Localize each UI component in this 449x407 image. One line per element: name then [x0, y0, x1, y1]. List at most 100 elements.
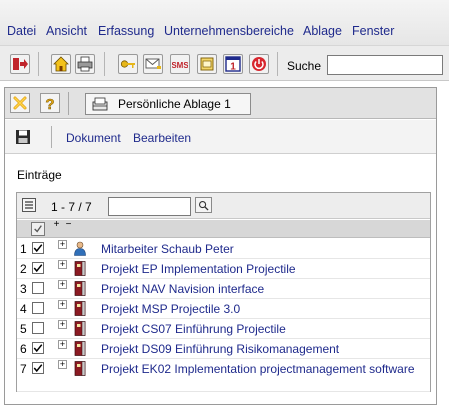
- row-checkbox[interactable]: [32, 342, 44, 354]
- exit-button[interactable]: [10, 54, 30, 74]
- toolbar-divider: [38, 52, 39, 76]
- list-icon[interactable]: [22, 198, 36, 212]
- expand-row-button[interactable]: +: [58, 340, 67, 349]
- entry-link[interactable]: Projekt NAV Navision interface: [101, 282, 421, 297]
- row-checkbox[interactable]: [32, 242, 44, 254]
- print-icon: [77, 56, 93, 72]
- print-button[interactable]: [75, 54, 95, 74]
- menu-ansicht[interactable]: Ansicht: [46, 24, 87, 38]
- expand-all-button[interactable]: +: [52, 220, 61, 230]
- entry-link[interactable]: Projekt MSP Projectile 3.0: [101, 302, 421, 317]
- tab-label: Persönliche Ablage 1: [118, 97, 231, 111]
- save-button[interactable]: [13, 127, 33, 147]
- row-number: 6: [20, 342, 27, 356]
- menu-bearbeiten[interactable]: Bearbeiten: [133, 131, 191, 145]
- key-button[interactable]: [118, 54, 138, 74]
- expand-row-button[interactable]: +: [58, 260, 67, 269]
- close-panel-button[interactable]: [10, 93, 30, 113]
- section-title: Einträge: [17, 168, 62, 182]
- tab-persoenliche-ablage[interactable]: Persönliche Ablage 1: [85, 93, 251, 115]
- row-number: 1: [20, 242, 27, 256]
- svg-text:1: 1: [230, 62, 236, 73]
- entry-link[interactable]: Projekt CS07 Einführung Projectile: [101, 322, 421, 337]
- row-checkbox[interactable]: [32, 282, 44, 294]
- archive-icon: [200, 57, 214, 71]
- home-button[interactable]: [51, 54, 71, 74]
- sms-button[interactable]: SMS: [170, 54, 190, 74]
- row-number: 7: [20, 362, 27, 376]
- menu-datei[interactable]: Datei: [7, 24, 36, 38]
- menu-fenster[interactable]: Fenster: [352, 24, 394, 38]
- project-icon: [74, 361, 86, 376]
- panel-action-bar: Dokument Bearbeiten: [5, 120, 436, 154]
- entry-link[interactable]: Projekt EK02 Implementation projectmanag…: [101, 362, 421, 377]
- select-all-checkbox[interactable]: [31, 222, 45, 236]
- search-input[interactable]: [327, 55, 443, 75]
- person-icon: [74, 241, 86, 256]
- panel-header: ? Persönliche Ablage 1: [5, 88, 436, 119]
- menu-dokument[interactable]: Dokument: [66, 131, 121, 145]
- stop-button[interactable]: [249, 54, 269, 74]
- project-icon: [74, 261, 86, 276]
- svg-text:?: ?: [45, 96, 54, 111]
- toolbar-divider: [277, 52, 278, 76]
- ablage-panel: ? Persönliche Ablage 1 Dokument Bearbeit…: [4, 87, 437, 405]
- mail-button[interactable]: [143, 54, 163, 74]
- mail-icon: [145, 58, 161, 69]
- close-icon: [13, 96, 27, 110]
- key-icon: [120, 60, 135, 68]
- entry-link[interactable]: Mitarbeiter Schaub Peter: [101, 242, 421, 257]
- expand-row-button[interactable]: +: [58, 280, 67, 289]
- archive-button[interactable]: [197, 54, 217, 74]
- search-label: Suche: [287, 59, 322, 73]
- row-checkbox[interactable]: [32, 262, 44, 274]
- project-icon: [74, 281, 86, 296]
- expand-row-button[interactable]: +: [58, 360, 67, 369]
- stop-icon: [252, 57, 266, 71]
- exit-icon: [13, 58, 28, 70]
- list-item[interactable]: 1 + Mitarbeiter Schaub Peter: [17, 239, 430, 259]
- filter-search-button[interactable]: [195, 197, 212, 213]
- row-checkbox[interactable]: [32, 302, 44, 314]
- project-icon: [74, 321, 86, 336]
- list-item[interactable]: 4 + Projekt MSP Projectile 3.0: [17, 299, 430, 319]
- expand-row-button[interactable]: +: [58, 300, 67, 309]
- panel-header-divider: [68, 92, 69, 115]
- menu-erfassung[interactable]: Erfassung: [98, 24, 154, 38]
- row-number: 5: [20, 322, 27, 336]
- calendar-icon: 1: [225, 56, 241, 72]
- magnifier-icon: [199, 200, 209, 211]
- row-checkbox[interactable]: [32, 322, 44, 334]
- column-header: + −: [17, 220, 430, 238]
- row-number: 4: [20, 302, 27, 316]
- svg-text:SMS: SMS: [172, 61, 188, 70]
- check-icon: [33, 264, 43, 273]
- list-item[interactable]: 3 + Projekt NAV Navision interface: [17, 279, 430, 299]
- home-icon: [53, 56, 69, 72]
- floppy-icon: [16, 130, 30, 144]
- entries-list: 1 - 7 / 7 + − 1 + Mitarbeiter Schaub Peter…: [16, 192, 431, 392]
- calendar-button[interactable]: 1: [223, 54, 243, 74]
- entry-link[interactable]: Projekt EP Implementation Projectile: [101, 262, 421, 277]
- collapse-all-button[interactable]: −: [64, 220, 73, 230]
- list-item[interactable]: 5 + Projekt CS07 Einführung Projectile: [17, 319, 430, 339]
- entry-link[interactable]: Projekt DS09 Einführung Risikomanagement: [101, 342, 421, 357]
- main-toolbar: SMS 1 Suche: [0, 45, 449, 81]
- list-item[interactable]: 6 + Projekt DS09 Einführung Risikomanageme…: [17, 339, 430, 359]
- list-header: 1 - 7 / 7: [17, 193, 430, 219]
- panel-bar-divider: [51, 126, 52, 148]
- row-number: 2: [20, 262, 27, 276]
- menu-unternehmensbereiche[interactable]: Unternehmensbereiche: [164, 24, 294, 38]
- menu-ablage[interactable]: Ablage: [303, 24, 342, 38]
- expand-row-button[interactable]: +: [58, 240, 67, 249]
- list-item[interactable]: 7 + Projekt EK02 Implementation projectman…: [17, 359, 430, 392]
- list-item[interactable]: 2 + Projekt EP Implementation Projectile: [17, 259, 430, 279]
- help-button[interactable]: ?: [40, 93, 60, 113]
- expand-row-button[interactable]: +: [58, 320, 67, 329]
- project-icon: [74, 301, 86, 316]
- filter-input[interactable]: [108, 197, 191, 216]
- row-checkbox[interactable]: [32, 362, 44, 374]
- record-range: 1 - 7 / 7: [51, 200, 92, 214]
- check-icon: [34, 225, 42, 233]
- check-icon: [33, 244, 43, 253]
